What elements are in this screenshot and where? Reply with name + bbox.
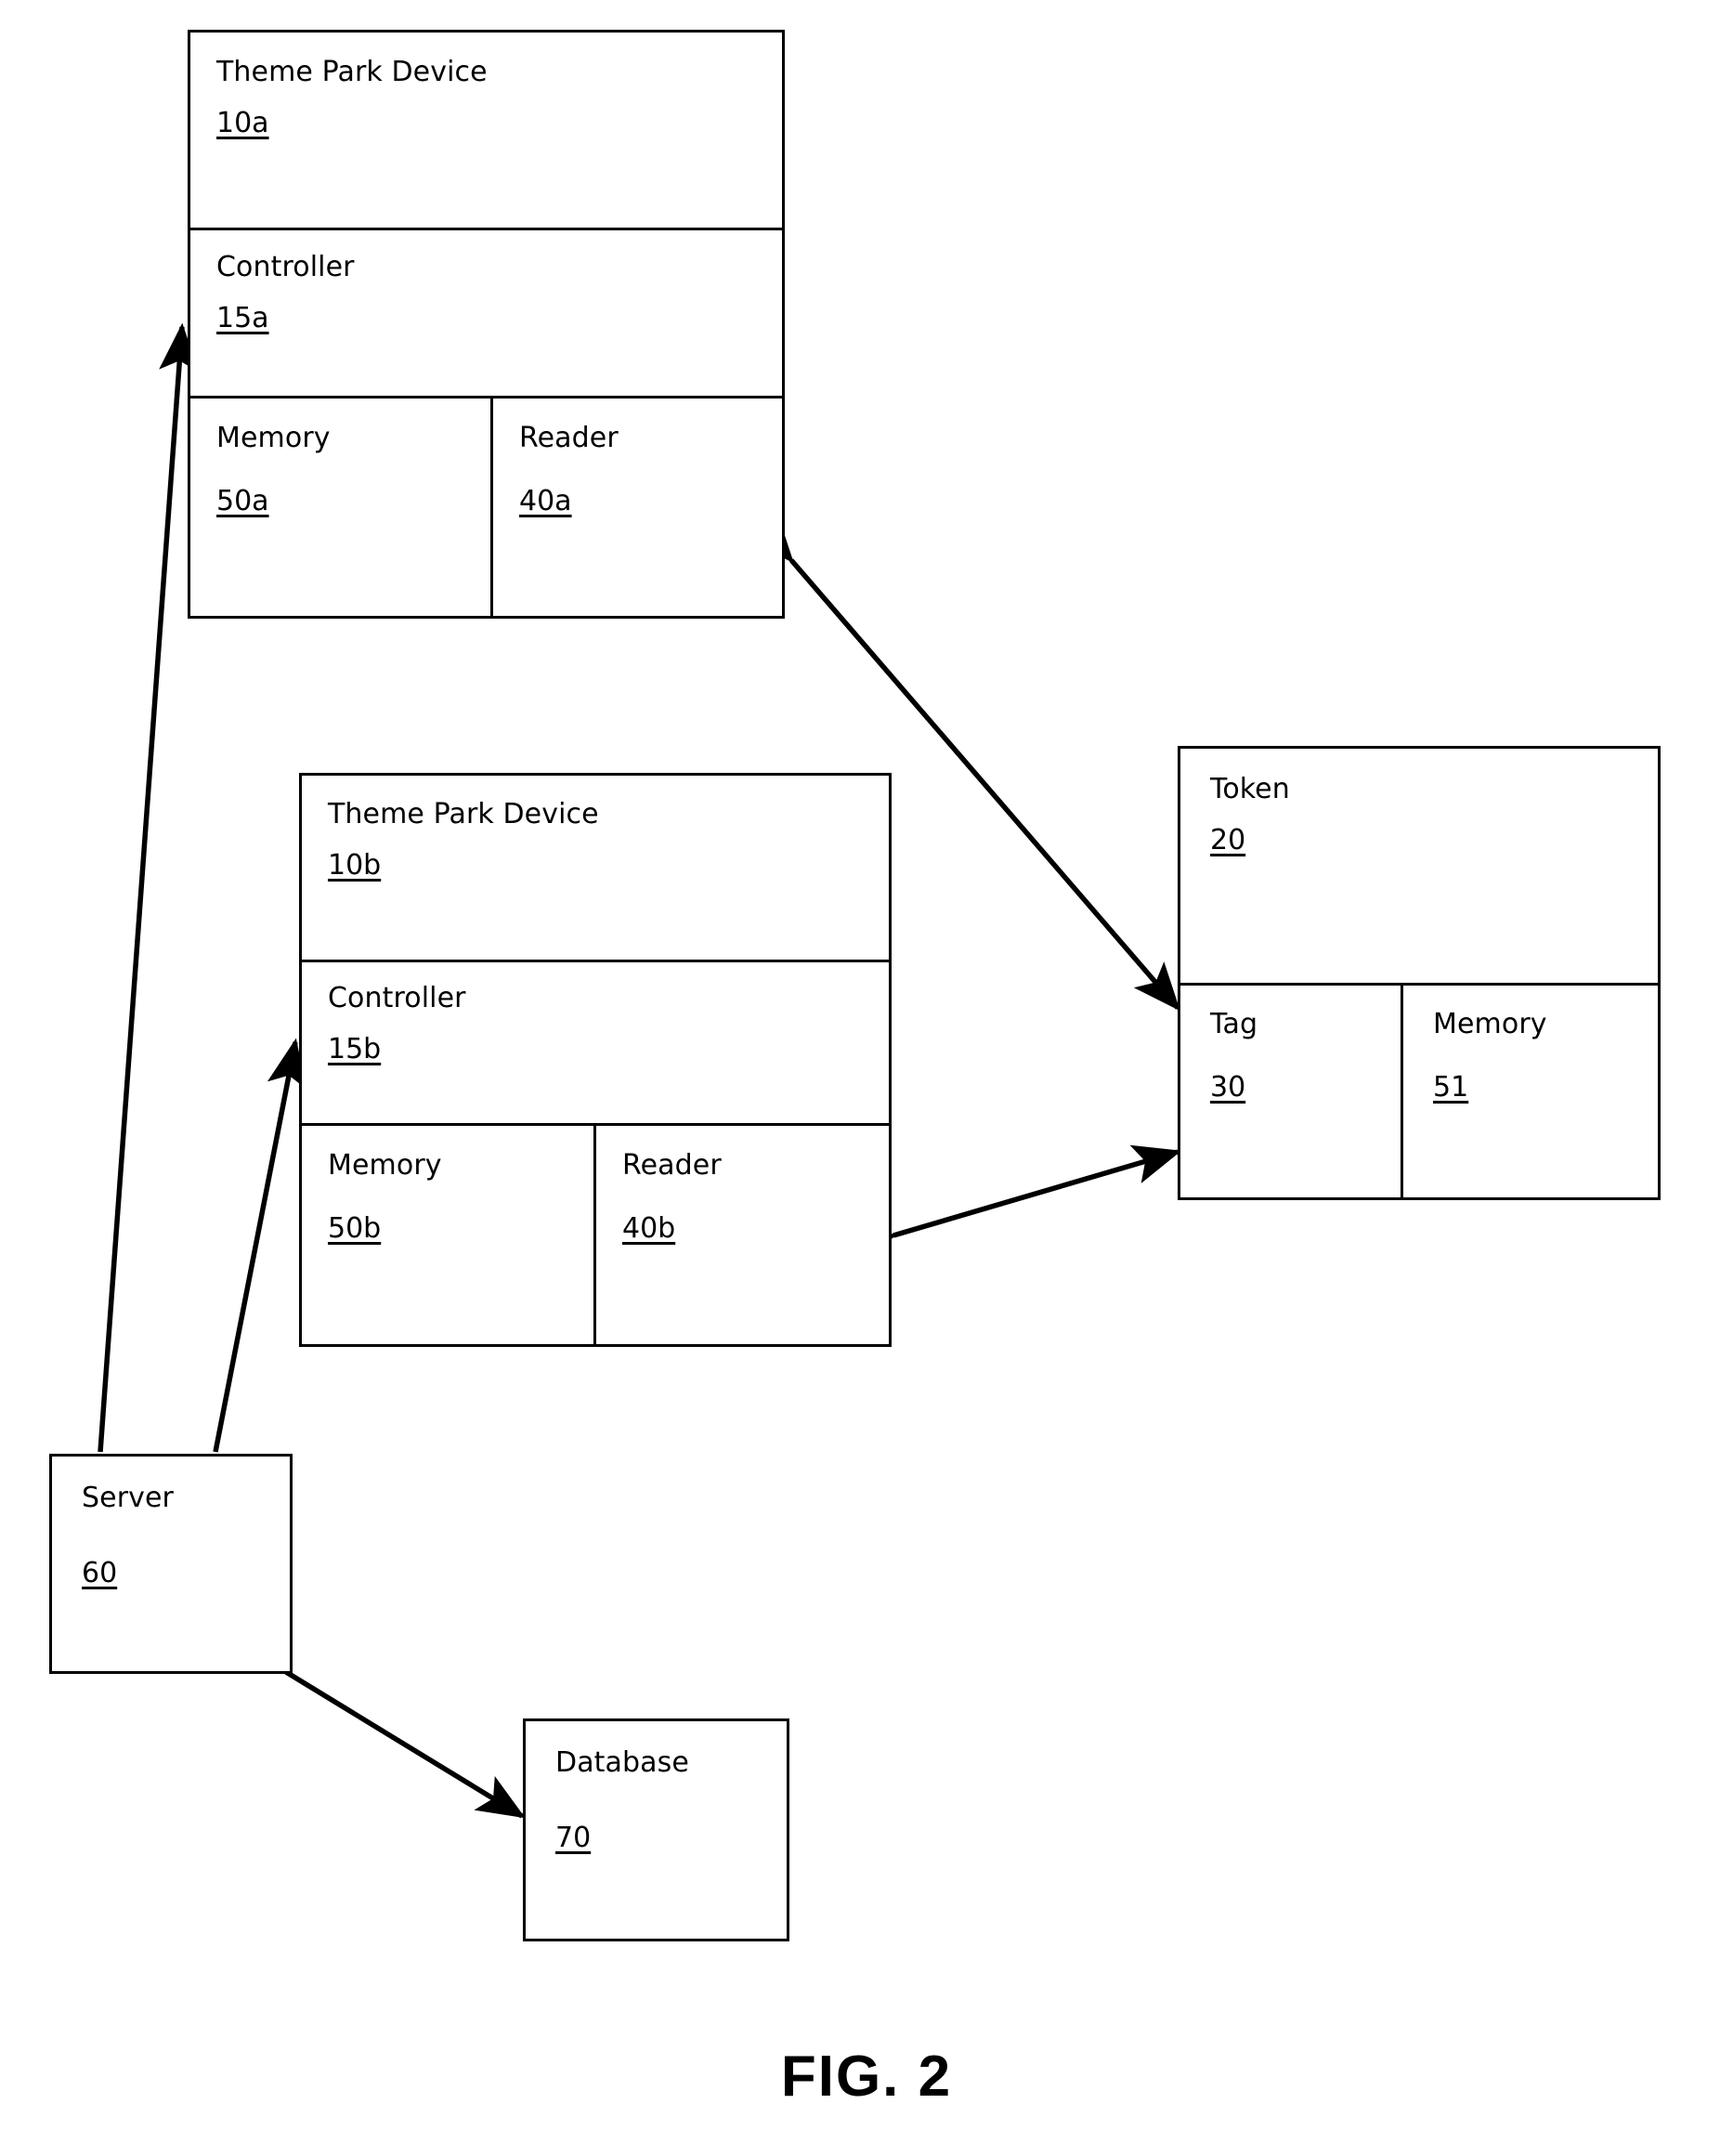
- node-token[interactable]: Token 20 Tag 30 Memory 51: [1178, 746, 1661, 1200]
- device-b-controller-ref: 15b: [328, 1033, 382, 1065]
- device-a-ref: 10a: [216, 107, 269, 139]
- token-header: Token 20: [1180, 749, 1658, 983]
- server-ref: 60: [82, 1557, 118, 1589]
- token-memory-title: Memory: [1433, 1008, 1547, 1040]
- device-b-memory-ref: 50b: [328, 1212, 382, 1245]
- token-tag[interactable]: Tag 30: [1180, 986, 1401, 1197]
- database-title: Database: [555, 1746, 689, 1779]
- node-database[interactable]: Database 70: [523, 1718, 789, 1941]
- token-ref: 20: [1210, 824, 1246, 856]
- token-title: Token: [1210, 773, 1290, 805]
- device-a-reader-ref: 40a: [519, 485, 572, 517]
- device-b-reader-ref: 40b: [622, 1212, 676, 1245]
- device-a-subsystems: Memory 50a Reader 40a: [190, 396, 782, 616]
- device-b-subsystems: Memory 50b Reader 40b: [302, 1123, 889, 1344]
- device-a-reader[interactable]: Reader 40a: [490, 399, 782, 616]
- device-b-header: Theme Park Device 10b: [302, 776, 889, 960]
- connector-server-device-a: [98, 322, 199, 1453]
- device-a-controller[interactable]: Controller 15a: [190, 228, 782, 396]
- token-tag-ref: 30: [1210, 1071, 1246, 1104]
- device-b-memory-title: Memory: [328, 1149, 442, 1182]
- node-theme-park-device-b[interactable]: Theme Park Device 10b Controller 15b Mem…: [299, 773, 892, 1347]
- connector-server-device-b: [213, 1038, 306, 1453]
- device-a-memory-title: Memory: [216, 422, 331, 454]
- connector-device-b-token: [845, 1144, 1182, 1267]
- device-b-ref: 10b: [328, 849, 382, 882]
- server-title: Server: [82, 1482, 174, 1514]
- device-a-controller-title: Controller: [216, 251, 355, 283]
- device-a-reader-title: Reader: [519, 422, 619, 454]
- device-b-memory[interactable]: Memory 50b: [302, 1126, 593, 1344]
- device-b-title: Theme Park Device: [328, 798, 599, 830]
- device-b-reader[interactable]: Reader 40b: [593, 1126, 889, 1344]
- device-a-title: Theme Park Device: [216, 56, 488, 88]
- device-a-memory[interactable]: Memory 50a: [190, 399, 490, 616]
- device-a-header: Theme Park Device 10a: [190, 33, 782, 228]
- token-memory[interactable]: Memory 51: [1401, 986, 1658, 1197]
- token-memory-ref: 51: [1433, 1071, 1469, 1104]
- connector-server-database: [238, 1632, 526, 1819]
- device-b-reader-title: Reader: [622, 1149, 722, 1182]
- node-theme-park-device-a[interactable]: Theme Park Device 10a Controller 15a Mem…: [188, 30, 785, 619]
- patent-figure-page: Theme Park Device 10a Controller 15a Mem…: [0, 0, 1733, 2156]
- token-tag-title: Tag: [1210, 1008, 1258, 1040]
- database-ref: 70: [555, 1822, 592, 1854]
- figure-caption: FIG. 2: [780, 2045, 953, 2109]
- token-subsystems: Tag 30 Memory 51: [1180, 983, 1658, 1197]
- device-a-controller-ref: 15a: [216, 302, 269, 334]
- node-server[interactable]: Server 60: [49, 1454, 293, 1674]
- device-b-controller-title: Controller: [328, 982, 466, 1014]
- device-b-controller[interactable]: Controller 15b: [302, 960, 889, 1123]
- device-a-memory-ref: 50a: [216, 485, 269, 517]
